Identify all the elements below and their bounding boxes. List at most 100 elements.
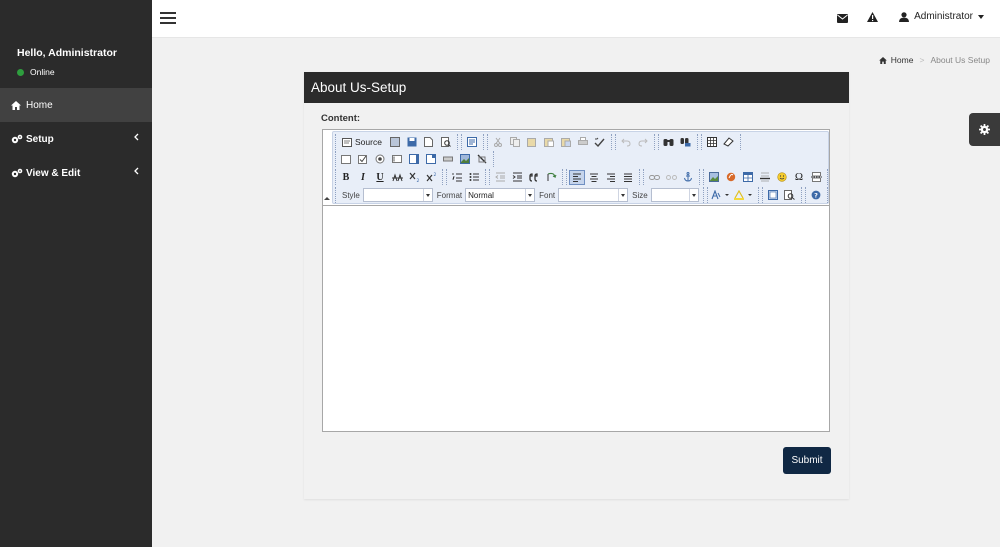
select-all-icon[interactable] bbox=[704, 135, 720, 150]
envelope-icon[interactable] bbox=[837, 12, 848, 26]
replace-icon[interactable] bbox=[678, 135, 694, 150]
align-center-icon[interactable] bbox=[586, 170, 602, 185]
checkbox-icon[interactable] bbox=[355, 152, 371, 167]
background-color-icon[interactable] bbox=[733, 188, 755, 203]
settings-toggle[interactable] bbox=[969, 113, 1000, 146]
panel-title: About Us-Setup bbox=[304, 72, 849, 103]
svg-text:2: 2 bbox=[433, 172, 436, 178]
unlink-icon[interactable] bbox=[663, 170, 679, 185]
size-label: Size bbox=[632, 190, 648, 200]
breadcrumb-separator: > bbox=[919, 55, 925, 65]
gear-icon bbox=[979, 124, 990, 135]
underline-button[interactable]: U bbox=[372, 170, 388, 185]
table-icon[interactable] bbox=[740, 170, 756, 185]
about-us-panel: About Us-Setup Content: Source B I U 2 2… bbox=[304, 72, 849, 499]
menu-icon[interactable] bbox=[160, 12, 176, 24]
chevron-down-icon bbox=[525, 189, 534, 201]
cut-icon[interactable] bbox=[490, 135, 506, 150]
toolbar-group-find bbox=[657, 134, 698, 150]
sidebar-item-setup[interactable]: Setup bbox=[0, 122, 152, 156]
print-icon[interactable] bbox=[575, 135, 591, 150]
toolbar-group-undo bbox=[614, 134, 655, 150]
submit-button[interactable]: Submit bbox=[783, 447, 831, 474]
toolbar-group-indent bbox=[489, 169, 563, 185]
show-blocks-icon[interactable] bbox=[782, 188, 798, 203]
image-icon[interactable] bbox=[706, 170, 722, 185]
blockquote-icon[interactable] bbox=[526, 170, 542, 185]
sidebar-item-label: View & Edit bbox=[26, 167, 81, 179]
anchor-icon[interactable] bbox=[680, 170, 696, 185]
style-select[interactable] bbox=[362, 188, 433, 202]
button-field-icon[interactable] bbox=[440, 152, 456, 167]
caret-down-icon bbox=[978, 15, 984, 19]
help-icon[interactable]: ? bbox=[808, 188, 824, 203]
select-field-icon[interactable] bbox=[423, 152, 439, 167]
font-select[interactable] bbox=[558, 188, 629, 202]
save-document-icon[interactable] bbox=[404, 135, 420, 150]
editor-content-area[interactable] bbox=[323, 205, 829, 431]
sidebar-item-home[interactable]: Home bbox=[0, 88, 152, 122]
align-justify-icon[interactable] bbox=[620, 170, 636, 185]
svg-text:?: ? bbox=[814, 192, 818, 200]
bold-button[interactable]: B bbox=[338, 170, 354, 185]
toolbar-group-lists bbox=[446, 169, 486, 185]
text-field-icon[interactable] bbox=[389, 152, 405, 167]
sidebar-item-view-edit[interactable]: View & Edit bbox=[0, 156, 152, 190]
copy-icon[interactable] bbox=[507, 135, 523, 150]
undo-icon[interactable] bbox=[618, 135, 634, 150]
italic-button[interactable]: I bbox=[355, 170, 371, 185]
align-left-icon[interactable] bbox=[569, 169, 585, 185]
preview-icon[interactable] bbox=[438, 135, 454, 150]
strikethrough-button[interactable] bbox=[389, 170, 405, 185]
collapse-toolbar-icon[interactable] bbox=[324, 197, 330, 200]
source-label: Source bbox=[355, 137, 382, 147]
templates-icon[interactable] bbox=[464, 135, 480, 150]
paste-word-icon[interactable] bbox=[558, 135, 574, 150]
outdent-icon[interactable] bbox=[492, 170, 508, 185]
source-button[interactable]: Source bbox=[338, 135, 386, 150]
eraser-icon[interactable] bbox=[721, 135, 737, 150]
text-color-icon[interactable] bbox=[710, 188, 732, 203]
radio-icon[interactable] bbox=[372, 152, 388, 167]
maximize-icon[interactable] bbox=[765, 188, 781, 203]
status-text: Online bbox=[30, 67, 55, 77]
form-icon[interactable] bbox=[338, 152, 354, 167]
numbered-list-icon[interactable] bbox=[449, 170, 465, 185]
paste-icon[interactable] bbox=[524, 135, 540, 150]
editor-toolbar-body: Source B I U 2 2 Ω Style Format Normal F… bbox=[332, 131, 829, 204]
textarea-icon[interactable] bbox=[406, 152, 422, 167]
create-div-icon[interactable] bbox=[543, 170, 559, 185]
rich-text-editor: Source B I U 2 2 Ω Style Format Normal F… bbox=[322, 129, 830, 432]
flash-icon[interactable] bbox=[723, 170, 739, 185]
chevron-down-icon bbox=[688, 189, 698, 201]
breadcrumb-home[interactable]: Home bbox=[891, 55, 914, 65]
spellcheck-icon[interactable] bbox=[592, 135, 608, 150]
content-label: Content: bbox=[321, 113, 361, 124]
image-button-icon[interactable] bbox=[457, 152, 473, 167]
toolbar-group-links bbox=[643, 169, 700, 185]
hidden-field-icon[interactable] bbox=[474, 152, 490, 167]
toolbar-group-clipboard bbox=[486, 134, 612, 150]
horizontal-rule-icon[interactable] bbox=[757, 170, 773, 185]
bulleted-list-icon[interactable] bbox=[466, 170, 482, 185]
toolbar-group-templates bbox=[460, 134, 484, 150]
save-icon[interactable] bbox=[387, 135, 403, 150]
align-right-icon[interactable] bbox=[603, 170, 619, 185]
paste-text-icon[interactable] bbox=[541, 135, 557, 150]
smiley-icon[interactable] bbox=[774, 170, 790, 185]
redo-icon[interactable] bbox=[635, 135, 651, 150]
sidebar: Hello, Administrator Online Home Setup V… bbox=[0, 0, 152, 547]
superscript-button[interactable]: 2 bbox=[423, 170, 439, 185]
special-char-icon[interactable]: Ω bbox=[791, 170, 807, 185]
format-select[interactable]: Normal bbox=[465, 188, 536, 202]
link-icon[interactable] bbox=[646, 170, 662, 185]
indent-icon[interactable] bbox=[509, 170, 525, 185]
new-page-icon[interactable] bbox=[421, 135, 437, 150]
user-menu[interactable]: Administrator bbox=[899, 11, 984, 22]
size-select[interactable] bbox=[650, 188, 699, 202]
toolbar-group-styles: Style Format Normal Font Size bbox=[335, 187, 704, 203]
find-icon[interactable] bbox=[661, 135, 677, 150]
warning-icon[interactable] bbox=[867, 11, 878, 25]
page-break-icon[interactable] bbox=[808, 170, 824, 185]
subscript-button[interactable]: 2 bbox=[406, 170, 422, 185]
